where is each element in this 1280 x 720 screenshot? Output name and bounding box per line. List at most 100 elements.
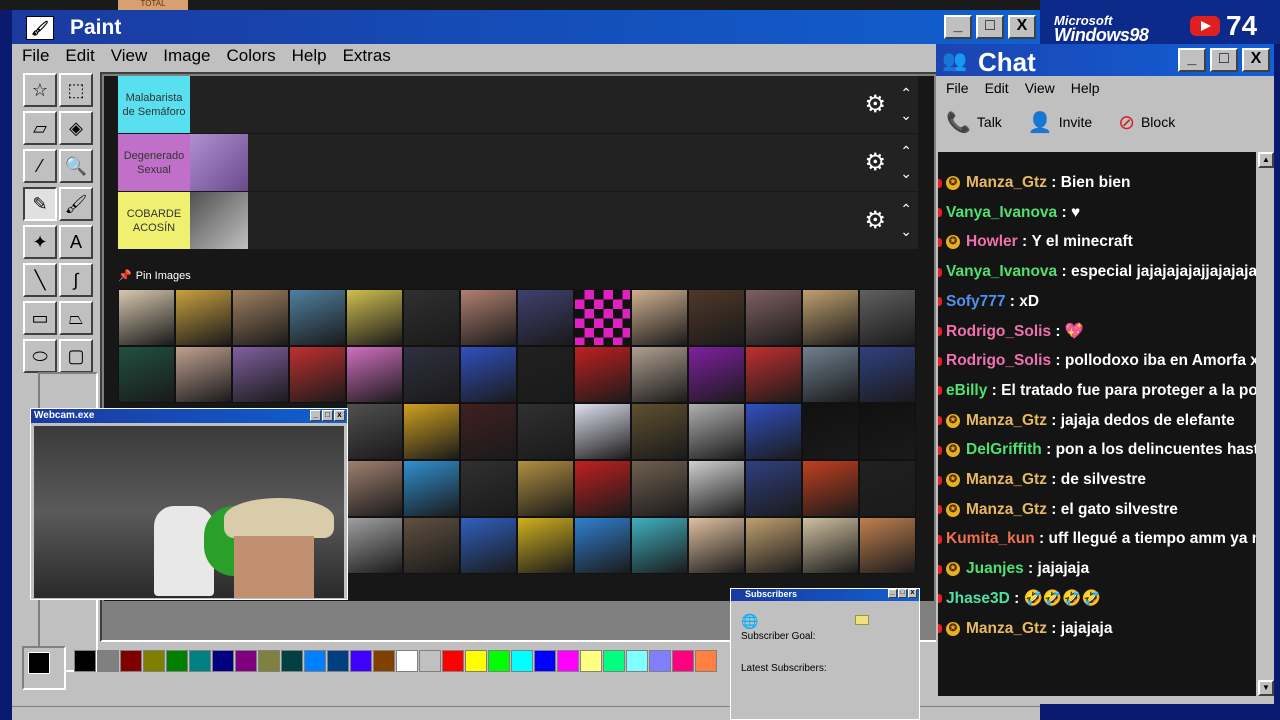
palette-swatch[interactable] (212, 650, 234, 672)
palette-swatch[interactable] (281, 650, 303, 672)
pool-image[interactable] (745, 460, 802, 517)
chat-username[interactable]: eBilly (946, 380, 987, 402)
pool-image[interactable] (631, 289, 688, 346)
webcam-titlebar[interactable]: Webcam.exe _ □ x (31, 409, 347, 423)
chat-username[interactable]: Kumita_kun (946, 528, 1035, 550)
pool-image[interactable] (688, 517, 745, 574)
palette-swatch[interactable] (603, 650, 625, 672)
palette-swatch[interactable] (74, 650, 96, 672)
palette-swatch[interactable] (534, 650, 556, 672)
palette-swatch[interactable] (580, 650, 602, 672)
ellipse-icon[interactable]: ⬭ (23, 339, 57, 373)
pool-image[interactable] (745, 403, 802, 460)
tier-arrows[interactable]: ⌃ ⌄ (900, 82, 912, 126)
tier-image[interactable] (190, 192, 248, 249)
pool-image[interactable] (403, 289, 460, 346)
paint-titlebar[interactable]: 🖌 Paint _ □ X (12, 10, 1040, 44)
palette-swatch[interactable] (511, 650, 533, 672)
chat-username[interactable]: Vanya_Ivanova (946, 261, 1057, 283)
pool-image[interactable] (232, 289, 289, 346)
palette-swatch[interactable] (143, 650, 165, 672)
rounded-rect-icon[interactable]: ▢ (59, 339, 93, 373)
menu-view[interactable]: View (1025, 80, 1055, 96)
pool-image[interactable] (460, 289, 517, 346)
close-button[interactable]: x (908, 589, 917, 598)
palette-swatch[interactable] (442, 650, 464, 672)
free-select-icon[interactable]: ☆ (23, 73, 57, 107)
pool-image[interactable] (802, 289, 859, 346)
chat-titlebar[interactable]: 👥 Chat _ □ X (936, 44, 1274, 77)
brush-icon[interactable]: 🖌 (59, 187, 93, 221)
tier-arrows[interactable]: ⌃ ⌄ (900, 140, 912, 184)
pool-image[interactable] (517, 289, 574, 346)
close-button[interactable]: X (1008, 15, 1036, 39)
palette-swatch[interactable] (120, 650, 142, 672)
pool-image[interactable] (175, 289, 232, 346)
chat-username[interactable]: Juanjes (966, 558, 1024, 580)
pool-image[interactable] (403, 403, 460, 460)
maximize-button[interactable]: □ (1210, 48, 1238, 72)
pool-image[interactable] (745, 289, 802, 346)
close-button[interactable]: x (334, 410, 345, 421)
invite-button[interactable]: 👤 Invite (1028, 110, 1092, 135)
rectangle-icon[interactable]: ▭ (23, 301, 57, 335)
pool-image[interactable] (517, 517, 574, 574)
maximize-button[interactable]: □ (976, 15, 1004, 39)
talk-button[interactable]: 📞 Talk (946, 110, 1002, 135)
pool-image[interactable] (460, 403, 517, 460)
chat-username[interactable]: Rodrigo_Solis (946, 350, 1051, 372)
palette-swatch[interactable] (672, 650, 694, 672)
pool-image[interactable] (517, 403, 574, 460)
menu-edit[interactable]: Edit (65, 46, 94, 66)
chat-username[interactable]: Sofy777 (946, 291, 1005, 313)
palette-swatch[interactable] (258, 650, 280, 672)
palette-swatch[interactable] (350, 650, 372, 672)
gear-icon[interactable]: ⚙ (864, 206, 886, 235)
palette-swatch[interactable] (373, 650, 395, 672)
palette-swatch[interactable] (557, 650, 579, 672)
text-icon[interactable]: A (59, 225, 93, 259)
pool-image[interactable] (745, 346, 802, 403)
pool-image[interactable] (460, 460, 517, 517)
pool-image[interactable] (289, 289, 346, 346)
minimize-button[interactable]: _ (310, 410, 321, 421)
pool-image[interactable] (574, 403, 631, 460)
pool-image[interactable] (802, 460, 859, 517)
chat-username[interactable]: DelGriffith (966, 439, 1042, 461)
pool-image[interactable] (859, 460, 916, 517)
palette-swatch[interactable] (488, 650, 510, 672)
palette-swatch[interactable] (626, 650, 648, 672)
pool-image[interactable] (403, 460, 460, 517)
pool-image[interactable] (688, 289, 745, 346)
scroll-up-icon[interactable]: ▲ (1258, 152, 1274, 168)
pool-image[interactable] (460, 517, 517, 574)
pool-image[interactable] (631, 460, 688, 517)
pool-image[interactable] (517, 346, 574, 403)
maximize-button[interactable]: □ (898, 589, 907, 598)
pool-image[interactable] (403, 346, 460, 403)
minimize-button[interactable]: _ (888, 589, 897, 598)
pin-images-label[interactable]: 📌 Pin Images (118, 269, 191, 282)
scroll-down-icon[interactable]: ▼ (1258, 680, 1274, 696)
pool-image[interactable] (859, 517, 916, 574)
menu-help[interactable]: Help (292, 46, 327, 66)
menu-view[interactable]: View (111, 46, 148, 66)
chat-username[interactable]: Jhase3D (946, 588, 1010, 610)
palette-swatch[interactable] (327, 650, 349, 672)
menu-edit[interactable]: Edit (985, 80, 1009, 96)
menu-extras[interactable]: Extras (343, 46, 391, 66)
pool-image[interactable] (232, 346, 289, 403)
pool-image[interactable] (631, 346, 688, 403)
color-picker-icon[interactable]: ⁄ (23, 149, 57, 183)
gear-icon[interactable]: ⚙ (864, 90, 886, 119)
palette-swatch[interactable] (419, 650, 441, 672)
tier-label[interactable]: Malabarista de Semáforo (118, 76, 190, 133)
pool-image[interactable] (688, 460, 745, 517)
pencil-icon[interactable]: ✎ (23, 187, 57, 221)
palette-swatch[interactable] (396, 650, 418, 672)
tier-image[interactable] (190, 134, 248, 191)
polygon-icon[interactable]: ⏢ (59, 301, 93, 335)
palette-swatch[interactable] (304, 650, 326, 672)
maximize-button[interactable]: □ (322, 410, 333, 421)
menu-file[interactable]: File (946, 80, 969, 96)
